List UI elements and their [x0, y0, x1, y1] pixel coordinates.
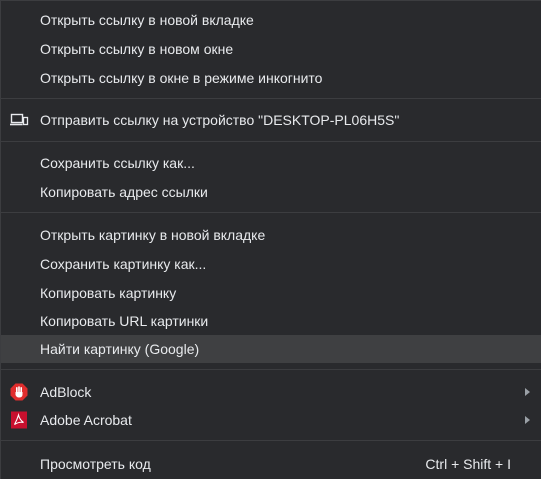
submenu-arrow-icon — [525, 388, 530, 396]
adblock-hand-icon — [9, 383, 29, 401]
menu-item-copy-link-address[interactable]: Копировать адрес ссылки — [1, 178, 541, 206]
menu-item-label: Открыть ссылку в новой вкладке — [40, 12, 254, 28]
menu-item-label: AdBlock — [40, 384, 92, 400]
menu-item-adblock[interactable]: AdBlock — [1, 378, 541, 406]
menu-item-send-to-device[interactable]: Отправить ссылку на устройство "DESKTOP-… — [1, 106, 541, 134]
menu-item-search-image-google[interactable]: Найти картинку (Google) — [1, 335, 541, 363]
submenu-arrow-icon — [525, 416, 530, 424]
context-menu: Открыть ссылку в новой вкладке Открыть с… — [0, 0, 541, 479]
menu-item-label: Найти картинку (Google) — [40, 341, 200, 357]
menu-item-label: Сохранить картинку как... — [40, 256, 207, 272]
menu-separator — [1, 141, 541, 142]
menu-item-label: Копировать адрес ссылки — [40, 184, 208, 200]
menu-separator — [1, 98, 541, 99]
menu-item-inspect[interactable]: Просмотреть код Ctrl + Shift + I — [1, 450, 541, 478]
menu-item-open-link-new-window[interactable]: Открыть ссылку в новом окне — [1, 35, 541, 63]
menu-item-save-link-as[interactable]: Сохранить ссылку как... — [1, 149, 541, 177]
menu-item-label: Копировать картинку — [40, 285, 177, 301]
menu-separator — [1, 212, 541, 213]
menu-item-label: Открыть ссылку в новом окне — [40, 41, 234, 57]
acrobat-pdf-icon — [9, 411, 29, 429]
menu-item-shortcut: Ctrl + Shift + I — [425, 456, 511, 472]
menu-item-label: Копировать URL картинки — [40, 313, 209, 329]
menu-item-copy-image-url[interactable]: Копировать URL картинки — [1, 307, 541, 335]
menu-item-label: Просмотреть код — [40, 456, 151, 472]
menu-item-open-link-incognito[interactable]: Открыть ссылку в окне в режиме инкогнито — [1, 64, 541, 92]
menu-item-label: Сохранить ссылку как... — [40, 155, 195, 171]
menu-separator — [1, 440, 541, 441]
menu-item-open-link-new-tab[interactable]: Открыть ссылку в новой вкладке — [1, 6, 541, 34]
menu-item-open-image-new-tab[interactable]: Открыть картинку в новой вкладке — [1, 221, 541, 249]
menu-item-label: Открыть картинку в новой вкладке — [40, 227, 266, 243]
laptop-phone-icon — [9, 111, 29, 129]
menu-item-label: Отправить ссылку на устройство "DESKTOP-… — [40, 112, 400, 128]
menu-item-copy-image[interactable]: Копировать картинку — [1, 279, 541, 307]
menu-separator — [1, 369, 541, 370]
menu-item-save-image-as[interactable]: Сохранить картинку как... — [1, 250, 541, 278]
menu-item-adobe-acrobat[interactable]: Adobe Acrobat — [1, 406, 541, 434]
menu-item-label: Adobe Acrobat — [40, 412, 132, 428]
menu-item-label: Открыть ссылку в окне в режиме инкогнито — [40, 70, 323, 86]
